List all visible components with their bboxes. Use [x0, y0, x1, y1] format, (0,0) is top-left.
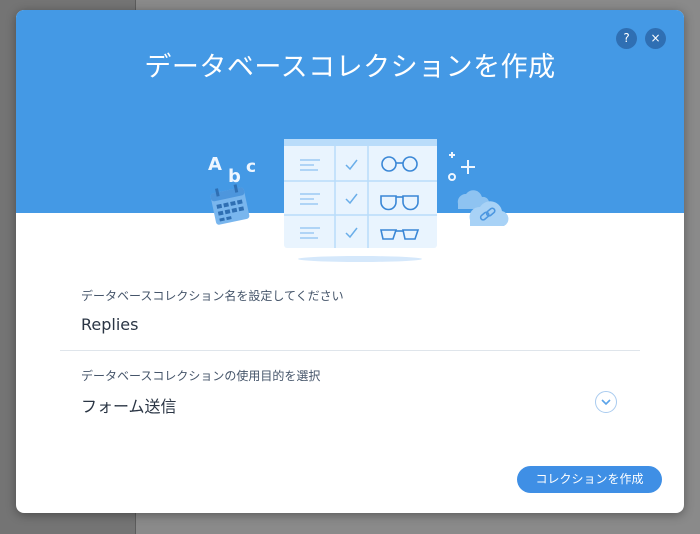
dialog-title: データベースコレクションを作成 — [144, 52, 556, 83]
calendar-icon — [210, 184, 250, 225]
letter-c: c — [246, 157, 256, 177]
purpose-dropdown-button[interactable] — [595, 391, 617, 413]
question-icon: ? — [623, 31, 630, 45]
close-button[interactable]: × — [645, 28, 666, 49]
collection-name-input[interactable] — [81, 313, 636, 335]
purpose-select-value[interactable]: フォーム送信 — [81, 393, 177, 417]
table-card — [284, 139, 437, 262]
create-collection-button[interactable]: コレクションを作成 — [517, 466, 662, 493]
cloud-icon — [457, 190, 509, 226]
plus-icon — [448, 152, 475, 181]
chevron-down-icon — [601, 399, 611, 406]
letter-b: b — [228, 166, 241, 187]
collection-name-label: データベースコレクション名を設定してください — [81, 289, 344, 303]
close-icon: × — [650, 31, 661, 45]
letter-a: A — [208, 154, 222, 175]
collection-illustration: A b c — [208, 139, 509, 262]
purpose-label: データベースコレクションの使用目的を選択 — [81, 369, 321, 383]
create-collection-dialog: データベースコレクションを作成 ? × A b c データベースコレクション名を… — [16, 10, 684, 513]
form-divider — [60, 350, 640, 351]
help-button[interactable]: ? — [616, 28, 637, 49]
